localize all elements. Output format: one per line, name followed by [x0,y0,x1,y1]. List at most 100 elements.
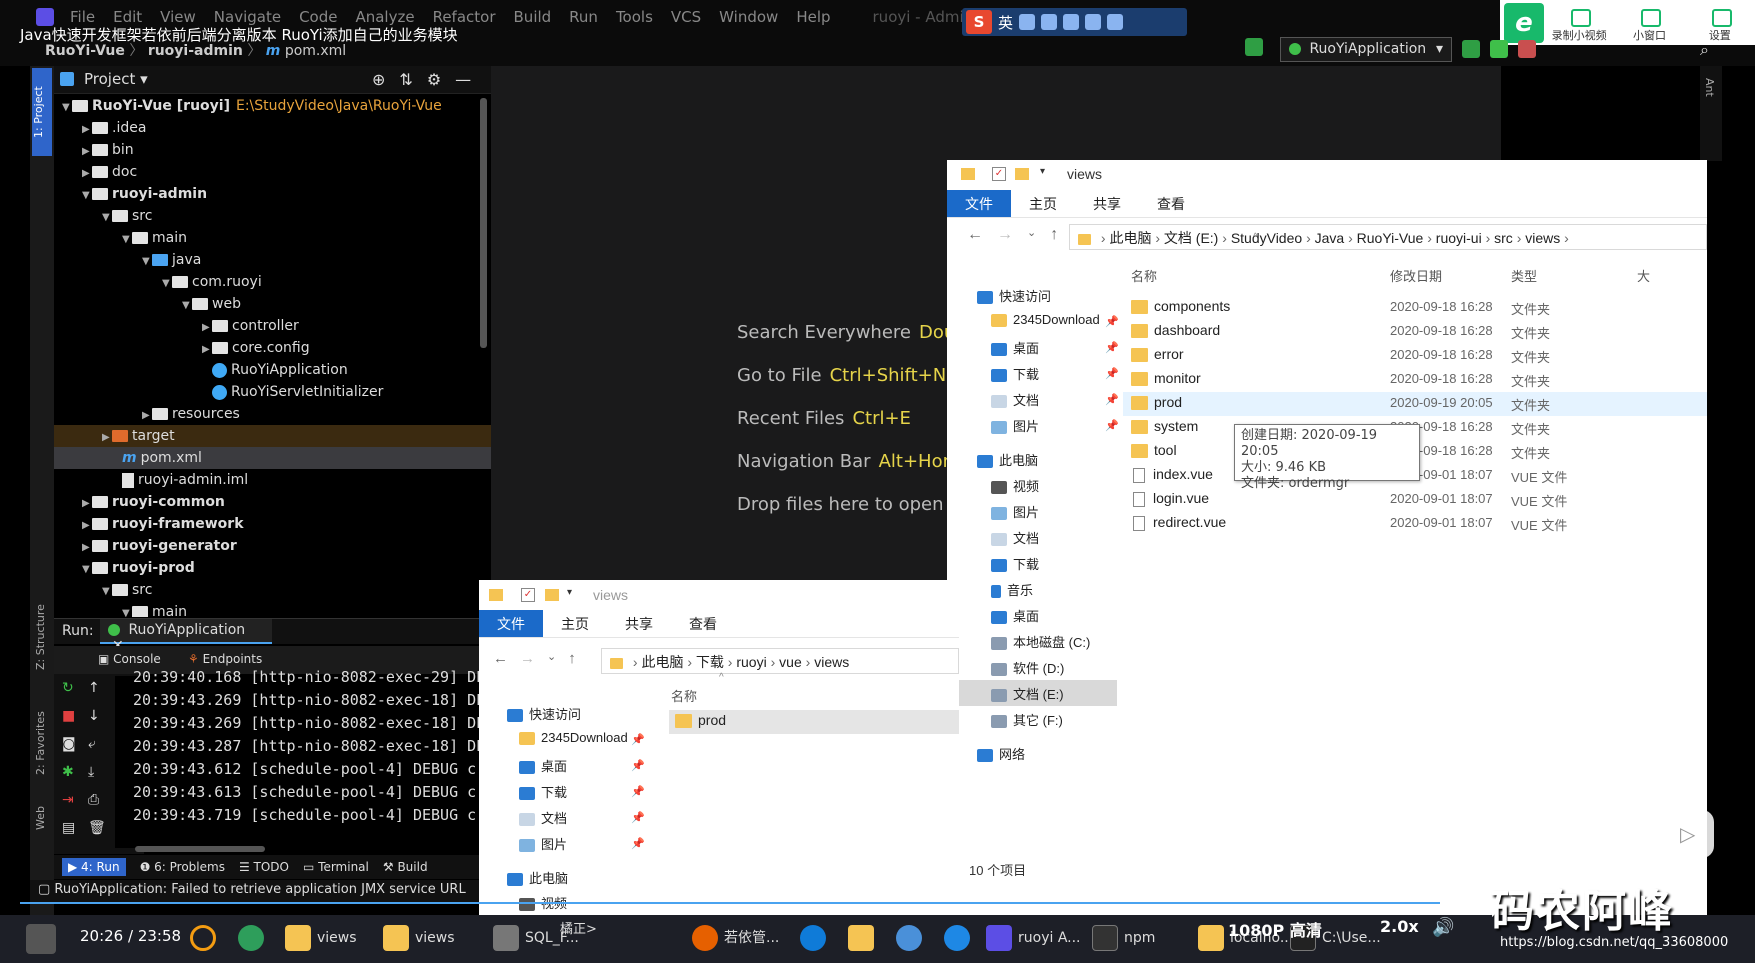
nav-drive-c[interactable]: 本地磁盘 (C:) [991,632,1090,651]
breadcrumb-file[interactable]: pom.xml [285,43,346,59]
pin-icon[interactable]: 📌 [631,733,645,746]
nav-this-pc[interactable]: 此电脑 [977,450,1038,469]
ribbon-share[interactable]: 共享 [607,610,671,637]
search-icon[interactable] [190,925,216,951]
console-h-scrollbar[interactable] [135,846,265,852]
tree-item-com-ruoyi[interactable]: ▼ com.ruoyi [54,271,491,293]
nav-documents-pc[interactable]: 文档 [991,528,1039,547]
search-icon[interactable]: ⌕ [1700,40,1709,60]
recent-chevron-icon[interactable]: ⌄ [1027,226,1036,244]
pin-icon[interactable]: 📌 [1105,367,1119,380]
file-row[interactable]: redirect.vue 2020-09-01 18:07 VUE 文件 [1123,512,1707,536]
app-icon[interactable] [238,925,264,951]
ribbon-view[interactable]: 查看 [671,610,735,637]
new-folder-icon[interactable] [545,589,559,601]
breadcrumb-project[interactable]: RuoYi-Vue [45,43,125,59]
address-segment[interactable]: StudyVideo [1231,230,1302,246]
rerun-icon[interactable] [1462,40,1480,58]
run-config-select[interactable]: RuoYiApplication ▾ [1280,37,1452,62]
nav-downloads-pc[interactable]: 下载 [991,554,1039,573]
taskbar-item-ruoyi-ide[interactable]: ruoyi A... [986,925,1081,951]
tree-item-idea[interactable]: ▶ .idea [54,117,491,139]
up-arrow-icon[interactable]: ↑ [568,650,576,667]
forward-arrow-icon[interactable]: → [520,650,535,667]
tree-item-pom-xml[interactable]: m pom.xml [54,447,491,469]
ribbon-view[interactable]: 查看 [1139,190,1203,217]
nav-drive-e[interactable]: 文档 (E:) [991,684,1064,703]
tab-todo[interactable]: ☰ TODO [239,860,289,874]
file-row[interactable]: components 2020-09-18 16:28 文件夹 [1123,296,1707,320]
address-segment[interactable]: views [814,654,849,670]
browser-icon[interactable] [944,925,970,951]
video-progress-bar[interactable] [20,902,1440,904]
tree-item-admin-iml[interactable]: ruoyi-admin.iml [54,469,491,491]
tab-problems[interactable]: ❶ 6: Problems [140,860,225,874]
taskbar-item-views[interactable]: views [285,925,357,951]
file-row[interactable]: error 2020-09-18 16:28 文件夹 [1123,344,1707,368]
properties-icon[interactable]: ✓ [992,167,1006,181]
nav-2345download[interactable]: 2345Download [519,730,628,746]
build-hammer-icon[interactable] [1245,38,1263,56]
endpoints-tab[interactable]: ⚘ Endpoints [188,652,262,666]
address-segment[interactable]: 此电脑 [641,654,683,670]
tree-item-servlet-initializer[interactable]: RuoYiServletInitializer [54,381,491,403]
tree-item-target[interactable]: ▶ target [54,425,491,447]
side-tab-structure[interactable]: Z: Structure [34,590,47,670]
keyboard-icon[interactable] [1063,14,1080,30]
pin-icon[interactable]: 📌 [631,837,645,850]
nav-videos[interactable]: 视频 [991,476,1039,495]
ribbon-home[interactable]: 主页 [1011,190,1075,217]
pin-icon[interactable]: 📌 [1105,341,1119,354]
address-segment[interactable]: ruoyi [736,654,766,670]
tree-item-ruoyi-admin[interactable]: ▼ ruoyi-admin [54,183,491,205]
customize-qat-icon[interactable]: ▾ [567,587,572,598]
side-tab-project[interactable]: 1: Project [32,68,52,156]
address-segment[interactable]: vue [779,654,802,670]
gear-icon[interactable]: ⚙ [427,70,441,89]
nav-desktop[interactable]: 桌面 [991,338,1039,357]
file-row[interactable]: prod [669,710,959,734]
taskbar-item-views-2[interactable]: views [383,925,455,951]
recent-chevron-icon[interactable]: ⌄ [547,650,556,667]
ime-mode[interactable]: 英 [998,12,1013,33]
nav-quick-access[interactable]: 快速访问 [977,286,1051,305]
tree-item-ruoyi-generator[interactable]: ▶ ruoyi-generator [54,535,491,557]
minimize-icon[interactable]: — [455,70,471,89]
ribbon-file[interactable]: 文件 [479,610,543,637]
nav-quick-access[interactable]: 快速访问 [507,704,581,723]
microphone-icon[interactable] [1041,14,1058,30]
video-quality[interactable]: 1080P 高清 [1228,917,1322,941]
address-segment[interactable]: 此电脑 [1109,230,1151,246]
nav-drive-d[interactable]: 软件 (D:) [991,658,1064,677]
nav-network[interactable]: 网络 [977,744,1025,763]
breadcrumb-module[interactable]: ruoyi-admin [148,43,243,59]
file-row[interactable]: login.vue 2020-09-01 18:07 VUE 文件 [1123,488,1707,512]
tree-item-prod-main[interactable]: ▼ main [54,601,491,617]
tree-item-prod-src[interactable]: ▼ src [54,579,491,601]
address-bar[interactable]: › 此电脑 › 文档 (E:) › StudyVideo › Java › Ru… [1069,224,1707,250]
tree-item-root[interactable]: ▼ RuoYi-Vue [ruoyi] E:\StudyVideo\Java\Ruo… [54,95,491,117]
menu-help[interactable]: Help [796,8,830,26]
taskbar-item-ruoyi-admin-browser[interactable]: 若依管... [692,925,779,951]
tree-item-resources[interactable]: ▶ resources [54,403,491,425]
address-segment[interactable]: 文档 (E:) [1164,230,1218,246]
address-segment[interactable]: src [1494,230,1513,246]
pin-icon[interactable]: 📌 [631,811,645,824]
collapse-all-icon[interactable]: ⇅ [399,70,412,89]
nav-downloads[interactable]: 下载 [991,364,1039,383]
properties-icon[interactable]: ✓ [521,588,535,602]
layout-icon[interactable]: ▤ [62,820,76,836]
back-arrow-icon[interactable]: ← [967,226,983,244]
soft-wrap-icon[interactable]: ⤶ [88,736,106,752]
menu-run[interactable]: Run [569,8,598,26]
start-button-icon[interactable] [26,924,56,954]
tree-item-ruoyi-common[interactable]: ▶ ruoyi-common [54,491,491,513]
nav-this-pc[interactable]: 此电脑 [507,868,568,887]
ribbon-share[interactable]: 共享 [1075,190,1139,217]
tree-item-bin[interactable]: ▶ bin [54,139,491,161]
toolbox-icon[interactable] [1107,14,1124,30]
tree-item-java[interactable]: ▼ java [54,249,491,271]
side-tab-web[interactable]: Web [34,800,47,830]
address-segment[interactable]: RuoYi-Vue [1357,230,1424,246]
play-button[interactable]: ▷ [1660,810,1714,858]
